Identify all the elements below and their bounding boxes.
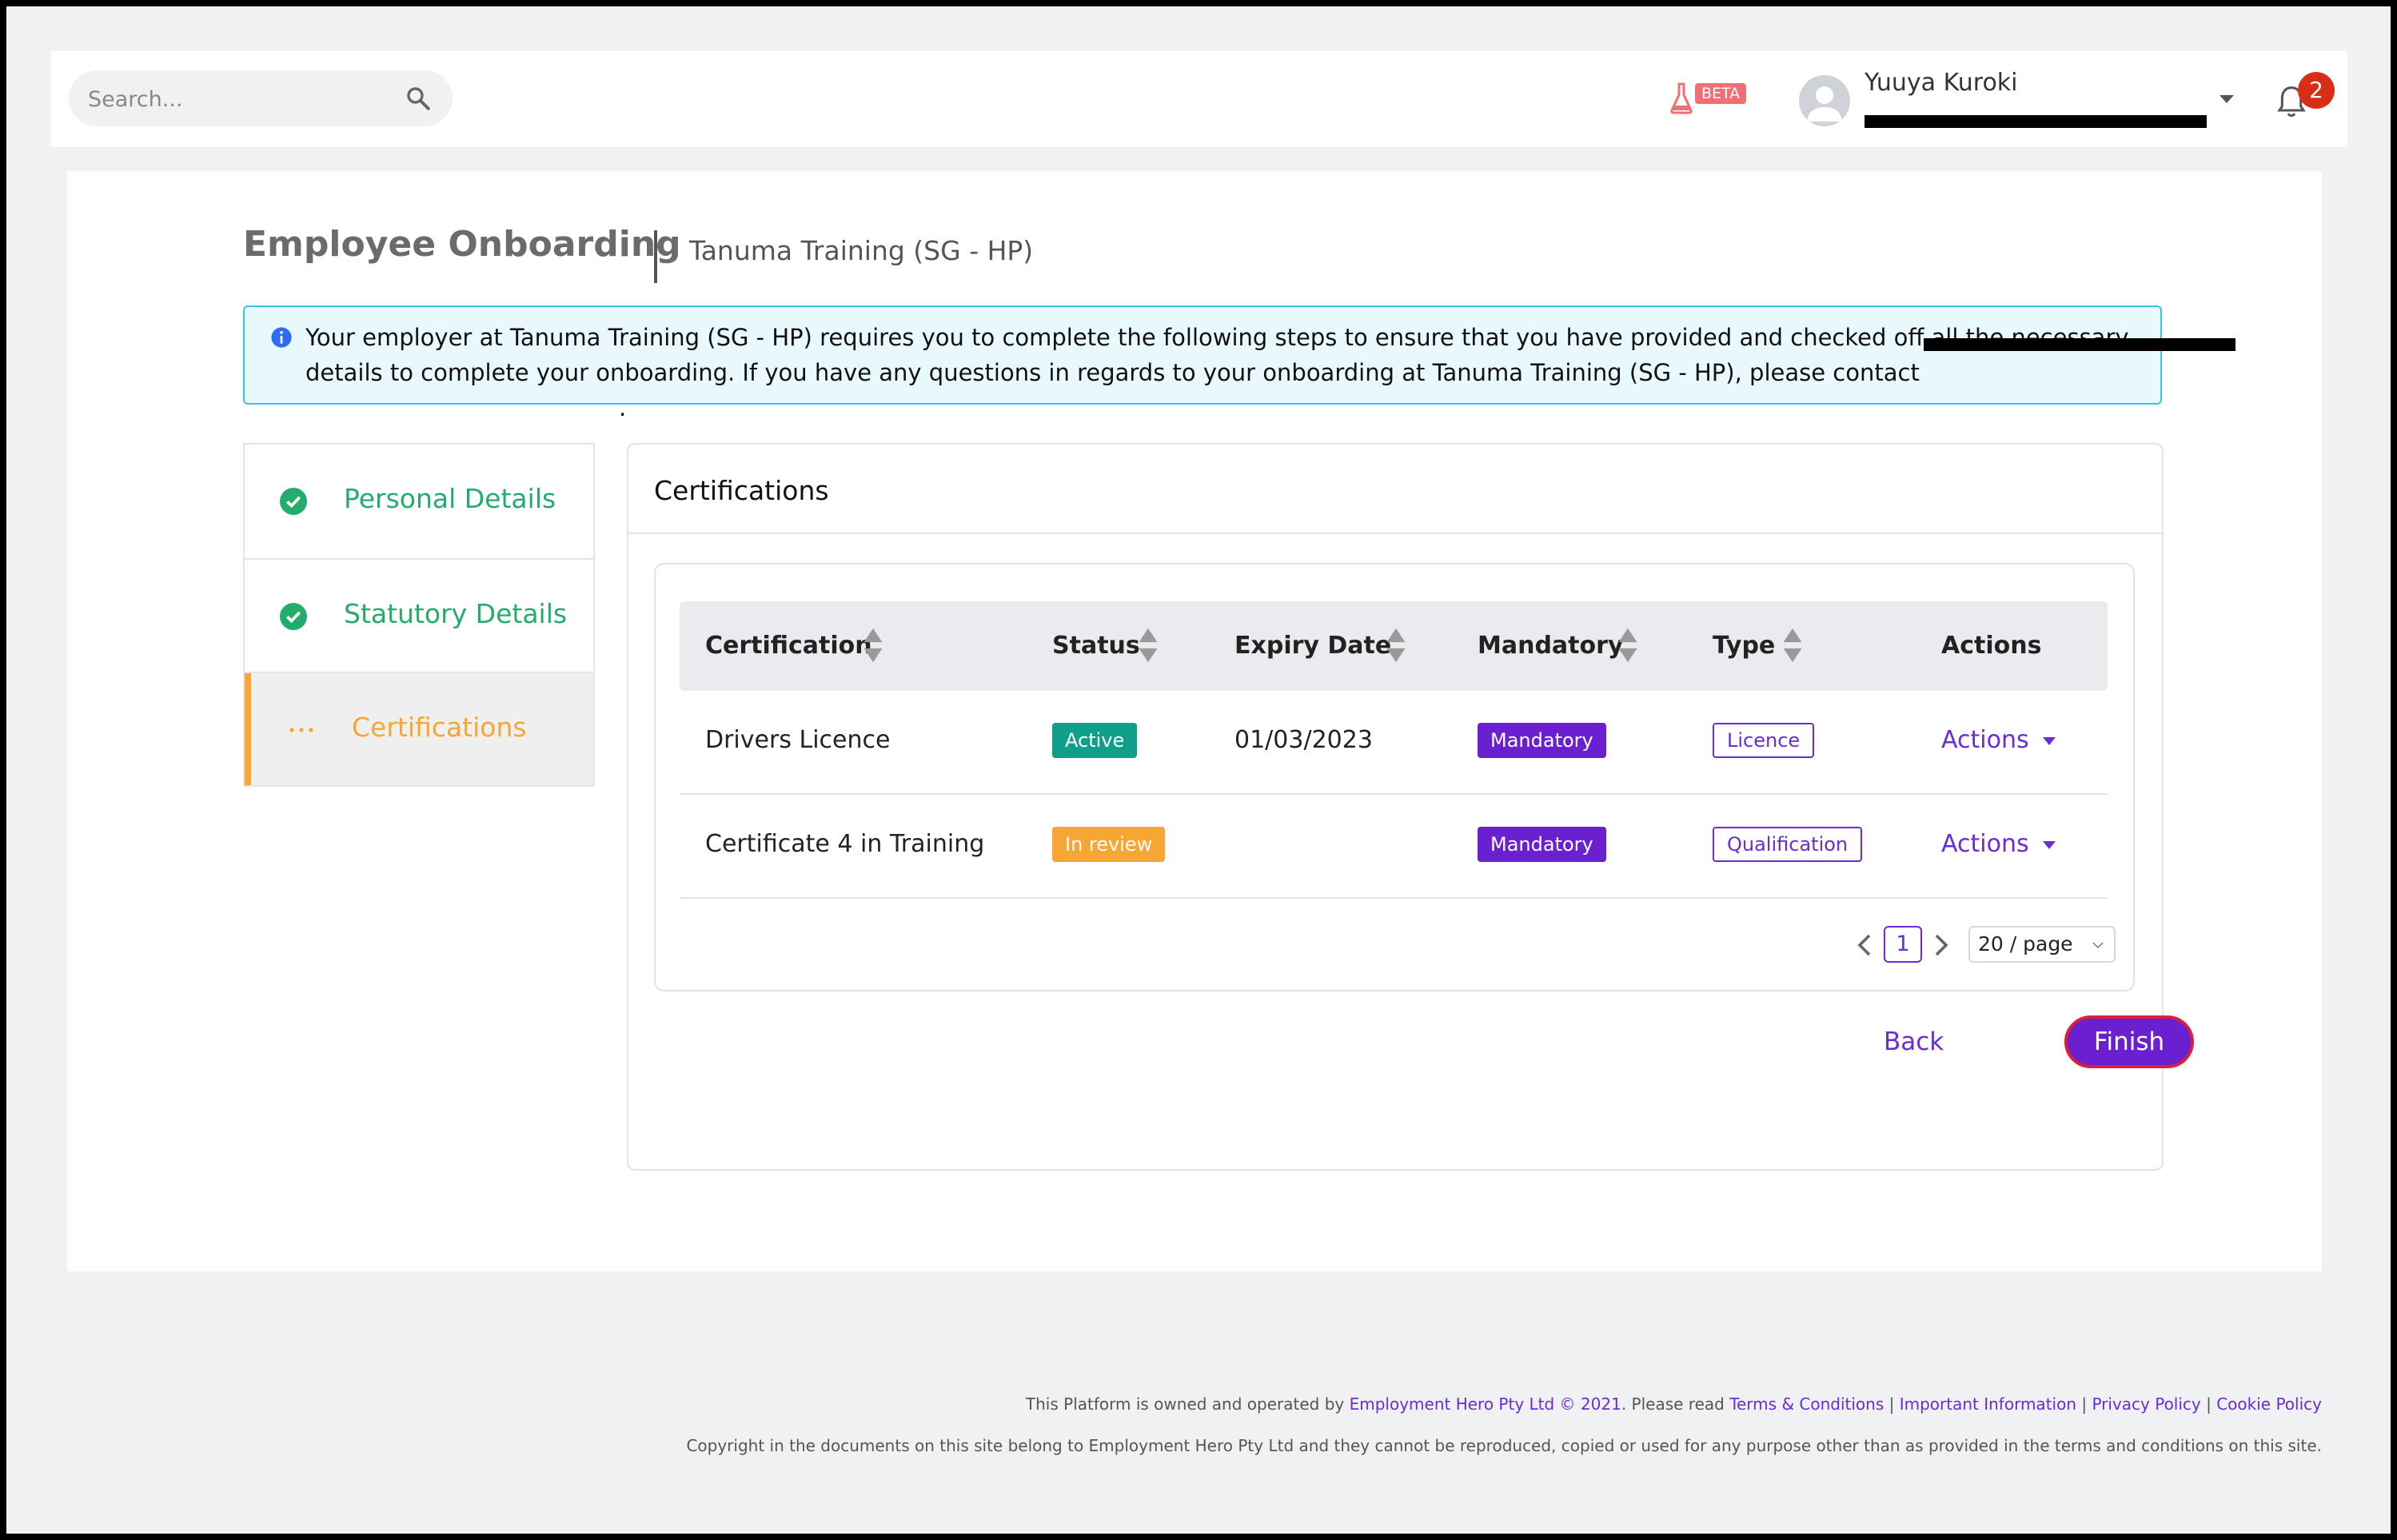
check-circle-icon (280, 603, 307, 630)
flask-icon (1670, 82, 1693, 114)
footer-separator: | (2200, 1394, 2217, 1414)
sort-icon[interactable] (1137, 627, 1159, 664)
user-icon (1807, 86, 1842, 122)
sort-icon[interactable] (1617, 627, 1639, 664)
caret-down-icon (2042, 840, 2056, 849)
table-row: Certificate 4 in Training In review Mand… (680, 795, 2108, 899)
cell-expiry-date: 01/03/2023 (1234, 726, 1373, 754)
beta-badge: BETA (1695, 83, 1747, 104)
company-link[interactable]: Employment Hero Pty Ltd © 2021 (1350, 1394, 1621, 1414)
chevron-down-icon[interactable] (2218, 93, 2235, 106)
footer-separator: | (2076, 1394, 2092, 1414)
app-window: BETA Yuuya Kuroki 2 Employee Onboarding … (6, 6, 2391, 1534)
title-divider (654, 230, 657, 283)
chevron-left-icon[interactable] (1855, 931, 1874, 960)
user-name[interactable]: Yuuya Kuroki (1865, 69, 2018, 97)
terms-link[interactable]: Terms & Conditions (1729, 1394, 1884, 1414)
column-header-status[interactable]: Status (1052, 632, 1140, 660)
type-badge: Licence (1713, 723, 1815, 758)
back-button[interactable]: Back (1876, 1017, 1952, 1067)
footer-separator: | (1884, 1394, 1900, 1414)
search-input[interactable] (86, 70, 393, 128)
search-box (69, 70, 453, 128)
chevron-down-icon (2092, 942, 2104, 949)
mandatory-badge: Mandatory (1478, 827, 1606, 862)
caret-down-icon (2042, 736, 2056, 745)
panel-title: Certifications (654, 475, 829, 506)
page-size-select[interactable]: 20 / page (1968, 926, 2116, 963)
important-information-link[interactable]: Important Information (1900, 1394, 2076, 1414)
step-certifications[interactable]: Certifications (245, 672, 593, 785)
footer-ownership: This Platform is owned and operated by E… (1026, 1394, 2322, 1414)
row-actions-dropdown[interactable]: Actions (1941, 830, 2056, 858)
page-title: Employee Onboarding (243, 224, 681, 265)
info-message: Your employer at Tanuma Training (SG - H… (305, 324, 2129, 386)
panel-divider (628, 533, 2162, 534)
ellipsis-icon (289, 728, 313, 732)
mandatory-badge: Mandatory (1478, 723, 1606, 758)
info-banner-text: Your employer at Tanuma Training (SG - H… (305, 320, 2236, 425)
page-number-current[interactable]: 1 (1884, 926, 1922, 963)
table-row: Drivers Licence Active 01/03/2023 Mandat… (680, 691, 2108, 795)
cell-certification: Certificate 4 in Training (705, 830, 985, 858)
footer-text: . Please read (1621, 1394, 1730, 1414)
column-header-actions: Actions (1941, 632, 2042, 660)
check-circle-icon (280, 488, 307, 515)
finish-button[interactable]: Finish (2064, 1015, 2194, 1068)
column-header-mandatory[interactable]: Mandatory (1478, 632, 1623, 660)
main-content: Employee Onboarding Tanuma Training (SG … (67, 171, 2322, 1271)
avatar[interactable] (1799, 75, 1850, 126)
chevron-right-icon[interactable] (1932, 931, 1951, 960)
status-badge: In review (1052, 827, 1166, 862)
search-icon[interactable] (405, 85, 432, 112)
info-icon (271, 327, 292, 348)
certifications-panel: Certifications Certification Status Expi… (627, 443, 2194, 1171)
step-label: Statutory Details (344, 598, 568, 629)
cookie-policy-link[interactable]: Cookie Policy (2216, 1394, 2322, 1414)
sort-icon[interactable] (1781, 627, 1804, 664)
table-header: Certification Status Expiry Date Mandato… (680, 601, 2108, 691)
page-subtitle: Tanuma Training (SG - HP) (689, 235, 1034, 266)
info-period: . (619, 394, 627, 421)
footer-text: This Platform is owned and operated by (1025, 1394, 1350, 1414)
user-email-redacted (1865, 112, 2207, 128)
sort-icon[interactable] (862, 627, 884, 664)
cell-certification: Drivers Licence (705, 726, 891, 754)
info-banner: Your employer at Tanuma Training (SG - H… (243, 305, 2236, 421)
step-label: Personal Details (344, 483, 556, 514)
actions-label: Actions (1941, 726, 2029, 754)
certifications-table: Certification Status Expiry Date Mandato… (654, 563, 2135, 991)
redaction-bar (1924, 338, 2236, 351)
onboarding-steps: Personal Details Statutory Details Certi… (243, 443, 595, 787)
footer-copyright: Copyright in the documents on this site … (686, 1436, 2322, 1455)
sort-icon[interactable] (1385, 627, 1407, 664)
redaction-bar (1865, 115, 2207, 128)
status-badge: Active (1052, 723, 1138, 758)
column-header-type[interactable]: Type (1713, 632, 1775, 660)
row-actions-dropdown[interactable]: Actions (1941, 726, 2056, 754)
type-badge: Qualification (1713, 827, 1863, 862)
step-label: Certifications (352, 712, 527, 743)
top-bar: BETA Yuuya Kuroki 2 (51, 51, 2347, 147)
notification-count-badge: 2 (2298, 72, 2335, 109)
step-personal-details[interactable]: Personal Details (245, 445, 593, 558)
privacy-policy-link[interactable]: Privacy Policy (2092, 1394, 2200, 1414)
column-header-expiry-date[interactable]: Expiry Date (1234, 632, 1391, 660)
page-size-value: 20 / page (1978, 932, 2073, 956)
step-statutory-details[interactable]: Statutory Details (245, 558, 593, 672)
actions-label: Actions (1941, 830, 2029, 858)
column-header-certification[interactable]: Certification (705, 632, 872, 660)
